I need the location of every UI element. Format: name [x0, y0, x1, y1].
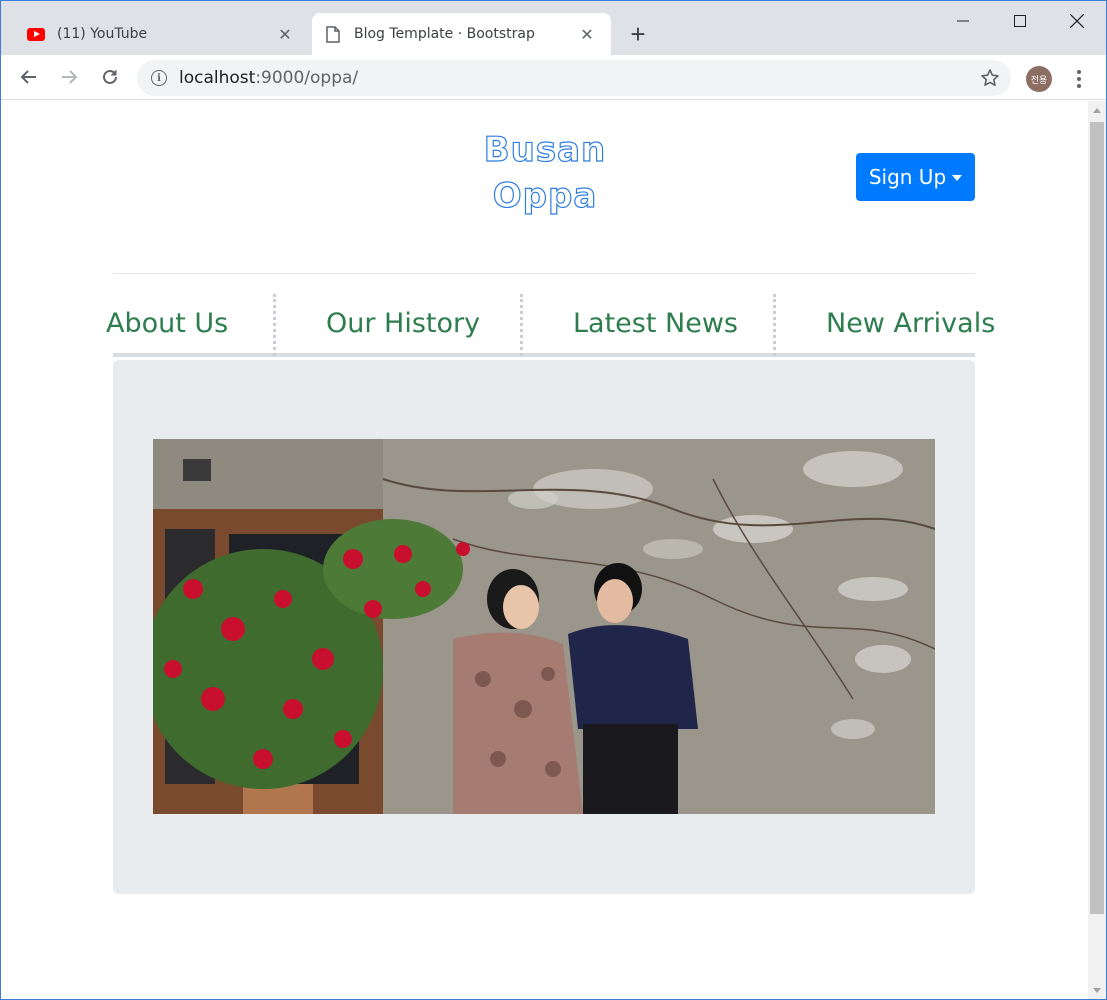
forward-button[interactable]	[55, 63, 83, 91]
tab-youtube[interactable]: (11) YouTube ✕	[15, 13, 309, 55]
scrollbar-thumb[interactable]	[1090, 122, 1104, 914]
minimize-button[interactable]	[934, 1, 992, 41]
tab-strip: (11) YouTube ✕ Blog Template · Bootstrap…	[1, 1, 1106, 55]
browser-toolbar: i localhost:9000/oppa/ 전용	[1, 55, 1106, 100]
profile-avatar[interactable]: 전용	[1026, 66, 1052, 92]
scroll-up-icon[interactable]	[1093, 108, 1101, 113]
hero-photo	[153, 439, 935, 814]
youtube-icon	[27, 27, 45, 41]
tab-title: Blog Template · Bootstrap	[354, 26, 535, 42]
url-text: localhost:9000/oppa/	[179, 68, 359, 88]
nav-new-arrivals[interactable]: New Arrivals	[826, 294, 995, 353]
maximize-button[interactable]	[991, 1, 1049, 41]
page-viewport: Busan Oppa Sign Up About Us Our History …	[1, 101, 1088, 999]
jumbotron	[113, 360, 975, 894]
arrow-right-icon	[62, 70, 78, 84]
caret-down-icon	[952, 175, 963, 181]
tab-blog-template[interactable]: Blog Template · Bootstrap ✕	[312, 13, 611, 55]
nav-separator	[520, 294, 523, 356]
back-button[interactable]	[15, 63, 43, 91]
arrow-left-icon	[20, 70, 36, 84]
menu-icon[interactable]	[1067, 65, 1091, 93]
vertical-scrollbar[interactable]	[1088, 101, 1106, 999]
browser-window: (11) YouTube ✕ Blog Template · Bootstrap…	[0, 0, 1107, 1000]
nav-latest-news[interactable]: Latest News	[573, 294, 738, 353]
close-icon[interactable]: ✕	[275, 24, 295, 44]
address-bar[interactable]: i localhost:9000/oppa/	[137, 60, 1011, 96]
bookmark-star-icon[interactable]	[979, 67, 1001, 89]
main-nav: About Us Our History Latest News New Arr…	[106, 294, 995, 357]
new-tab-button[interactable]: +	[625, 19, 651, 49]
site-logo[interactable]: Busan Oppa	[437, 127, 653, 219]
signup-button[interactable]: Sign Up	[856, 153, 975, 201]
tab-title: (11) YouTube	[57, 26, 148, 42]
info-icon[interactable]: i	[151, 70, 167, 86]
nav-separator	[273, 294, 276, 356]
page-icon	[324, 25, 342, 43]
nav-about-us[interactable]: About Us	[106, 294, 228, 353]
scroll-down-icon[interactable]	[1093, 988, 1101, 993]
nav-separator	[773, 294, 776, 356]
divider	[113, 273, 975, 274]
reload-button[interactable]	[96, 63, 124, 91]
close-icon[interactable]: ✕	[577, 24, 597, 44]
close-window-button[interactable]	[1048, 1, 1106, 41]
nav-our-history[interactable]: Our History	[326, 294, 480, 353]
reload-icon	[103, 69, 117, 84]
